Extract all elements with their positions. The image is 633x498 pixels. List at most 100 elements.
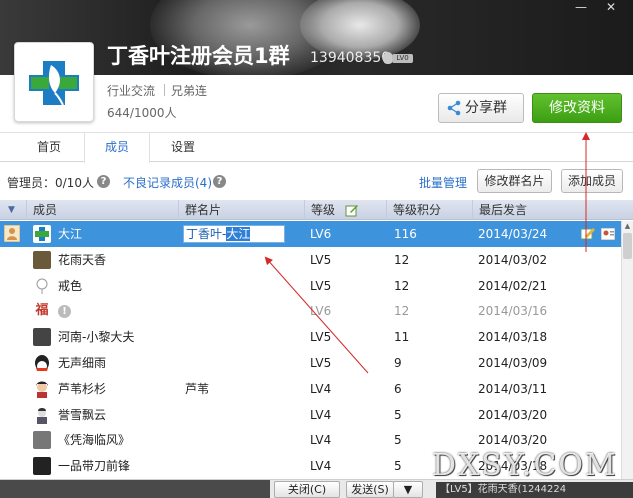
sort-arrow-icon[interactable]: ▼	[0, 200, 26, 220]
member-card	[185, 273, 300, 299]
member-card	[185, 324, 300, 350]
help-icon[interactable]: ?	[213, 175, 226, 188]
edit-level-icon[interactable]	[345, 203, 359, 217]
group-id: 139408350	[310, 50, 391, 66]
send-options-dropdown[interactable]: ▼	[393, 481, 423, 498]
member-table-header: ▼ 成员 群名片 等级 等级积分 最后发言	[0, 200, 633, 220]
member-level: LV4	[310, 433, 332, 448]
avatar[interactable]	[33, 405, 51, 424]
member-score: 116	[394, 227, 417, 241]
member-score: 9	[394, 356, 402, 370]
column-level-score[interactable]: 等级积分	[386, 200, 472, 220]
edit-group-card-button[interactable]: 修改群名片	[477, 169, 552, 193]
avatar[interactable]	[33, 276, 51, 295]
member-card	[185, 350, 300, 376]
member-list: 大江 丁香叶-大江 LV6 116 2014/03/24 花雨天香 LV5 12…	[0, 221, 621, 479]
tab-settings[interactable]: 设置	[150, 133, 216, 162]
member-card	[185, 427, 300, 453]
send-button[interactable]: 发送(S)	[346, 481, 394, 498]
tab-members[interactable]: 成员	[84, 133, 150, 163]
scroll-up-icon[interactable]: ▲	[622, 221, 633, 232]
avatar[interactable]	[33, 354, 51, 372]
member-last-speak: 2014/03/02	[478, 252, 548, 267]
table-row[interactable]: 戒色 LV5 12 2014/02/21	[0, 272, 621, 299]
member-score: 12	[394, 252, 410, 267]
table-row[interactable]: 芦苇杉杉 芦苇 LV4 6 2014/03/11	[0, 375, 621, 402]
member-list-scrollbar[interactable]: ▲	[621, 221, 633, 479]
group-name: 丁香叶注册会员1群	[107, 44, 290, 68]
member-last-speak: 2014/02/21	[478, 278, 548, 293]
member-count: 644/1000人	[107, 106, 177, 120]
member-card: 芦苇	[185, 381, 210, 396]
member-last-speak: 2014/03/16	[478, 304, 548, 319]
minimize-icon[interactable]: —	[568, 0, 594, 16]
member-level: LV4	[310, 381, 332, 396]
member-last-speak: 2014/03/09	[478, 356, 548, 370]
member-level: LV4	[310, 459, 332, 474]
batch-manage-link[interactable]: 批量管理	[419, 174, 467, 191]
member-name: 《凭海临风》	[58, 433, 131, 448]
scrollbar-thumb[interactable]	[623, 233, 632, 259]
edit-card-icon[interactable]	[581, 228, 595, 240]
group-header: — ✕ 丁香叶注册会员1群 139408350 LV0 行业交流 兄弟连 644…	[0, 0, 633, 132]
member-level: LV6	[310, 227, 332, 241]
group-tag[interactable]: 兄弟连	[171, 82, 207, 99]
column-member[interactable]: 成员	[26, 200, 178, 220]
avatar[interactable]: 福	[33, 302, 51, 321]
column-last-speak[interactable]: 最后发言	[472, 200, 633, 220]
chat-area-edge	[0, 480, 270, 498]
avatar[interactable]	[33, 225, 51, 243]
close-window-icon[interactable]: ✕	[598, 0, 624, 16]
member-name: 芦苇杉杉	[58, 381, 107, 396]
edit-profile-button[interactable]: 修改资料	[532, 93, 622, 123]
member-score: 5	[394, 407, 402, 422]
table-row[interactable]: 大江 丁香叶-大江 LV6 116 2014/03/24	[0, 221, 621, 247]
avatar[interactable]	[33, 250, 51, 269]
user-icon	[4, 225, 20, 242]
member-card	[185, 453, 300, 479]
member-score: 12	[394, 304, 410, 319]
profile-card-icon[interactable]	[601, 228, 615, 240]
add-member-button[interactable]: 添加成员	[561, 169, 623, 193]
member-notification[interactable]: 【LV5】花雨天香(1244224	[436, 482, 633, 498]
member-card	[185, 247, 300, 273]
tag-divider	[164, 84, 165, 96]
member-last-speak: 2014/03/20	[478, 407, 548, 422]
admin-count: 管理员：0/10人	[7, 176, 94, 190]
table-row[interactable]: 河南-小黎大夫 LV5 11 2014/03/18	[0, 324, 621, 350]
member-level: LV5	[310, 330, 332, 345]
share-group-button[interactable]: 分享群	[438, 93, 524, 123]
bad-record-link[interactable]: 不良记录成员(4)	[123, 174, 212, 191]
watermark: DXSY.COM	[432, 448, 618, 483]
member-name: 戒色	[58, 278, 83, 293]
member-name: 一品带刀前锋	[58, 459, 131, 474]
member-last-speak: 2014/03/11	[478, 381, 548, 396]
avatar[interactable]	[33, 431, 51, 450]
member-level: LV5	[310, 252, 332, 267]
member-level: LV5	[310, 278, 332, 293]
tab-home[interactable]: 首页	[14, 133, 84, 162]
avatar[interactable]	[33, 457, 51, 476]
members-toolbar: 管理员：0/10人 ? 不良记录成员(4) ? 批量管理 修改群名片 添加成员	[0, 163, 633, 199]
column-group-card[interactable]: 群名片	[178, 200, 304, 220]
share-icon	[447, 100, 461, 116]
help-icon[interactable]: ?	[97, 175, 110, 188]
member-score: 6	[394, 381, 402, 396]
group-avatar[interactable]	[14, 42, 94, 122]
medical-cross-logo-icon	[29, 61, 79, 106]
table-row[interactable]: 无声细雨 LV5 9 2014/03/09	[0, 350, 621, 376]
group-card-input[interactable]: 丁香叶-大江	[183, 225, 285, 243]
member-last-speak: 2014/03/18	[478, 330, 548, 345]
member-name: 河南-小黎大夫	[58, 330, 135, 345]
table-row[interactable]: 誉雪飘云 LV4 5 2014/03/20	[0, 401, 621, 428]
member-level: LV5	[310, 356, 332, 370]
member-name: 誉雪飘云	[58, 407, 107, 422]
table-row[interactable]: 福 ! LV6 12 2014/03/16	[0, 298, 621, 325]
table-row[interactable]: 花雨天香 LV5 12 2014/03/02	[0, 246, 621, 273]
member-level: LV4	[310, 407, 332, 422]
avatar[interactable]	[33, 328, 51, 347]
group-tag[interactable]: 行业交流	[107, 82, 155, 99]
close-button[interactable]: 关闭(C)	[274, 481, 340, 498]
avatar[interactable]	[33, 379, 51, 398]
member-score: 11	[394, 330, 410, 345]
